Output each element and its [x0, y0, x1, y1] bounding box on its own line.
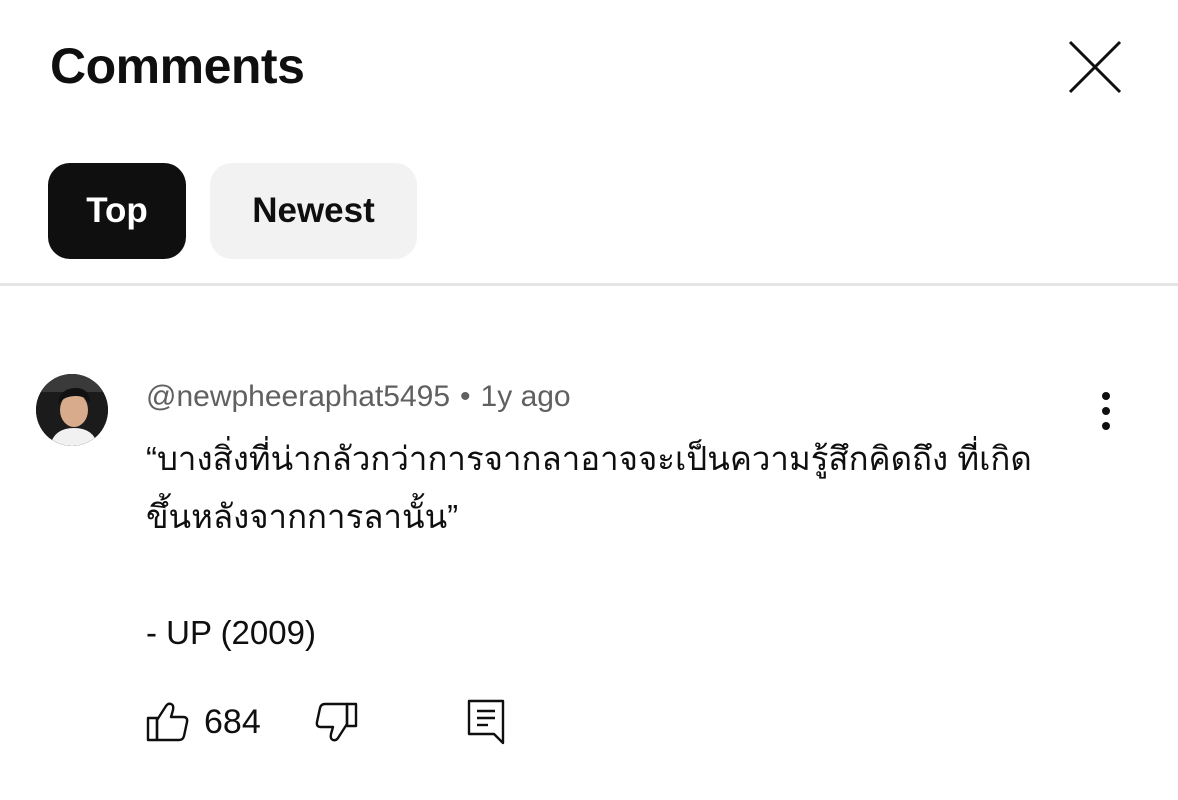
divider [0, 283, 1178, 286]
like-count: 684 [204, 703, 261, 741]
reply-button[interactable] [466, 698, 506, 746]
comment-meta: @newpheeraphat5495 • 1y ago [146, 378, 571, 416]
chip-top[interactable]: Top [48, 163, 186, 259]
thumbs-down-icon [315, 702, 358, 742]
close-icon [1068, 40, 1122, 94]
comment-time[interactable]: 1y ago [481, 380, 571, 413]
sort-chips: Top Newest [48, 163, 417, 259]
comment-text: “บางสิ่งที่น่ากลัวกว่าการจากลาอาจจะเป็นค… [146, 440, 1032, 651]
more-options-button[interactable] [1086, 388, 1126, 434]
avatar-image [36, 374, 108, 446]
comment-author[interactable]: @newpheeraphat5495 [146, 380, 450, 413]
dislike-button[interactable] [314, 700, 358, 746]
meta-separator: • [460, 380, 471, 413]
thumbs-up-icon [146, 702, 189, 742]
close-button[interactable] [1062, 34, 1128, 100]
reply-comment-icon [467, 699, 505, 745]
more-vert-icon [1102, 392, 1110, 430]
avatar[interactable] [36, 374, 108, 446]
panel-title: Comments [50, 38, 305, 94]
like-button[interactable] [146, 700, 190, 744]
chip-newest[interactable]: Newest [210, 163, 417, 259]
